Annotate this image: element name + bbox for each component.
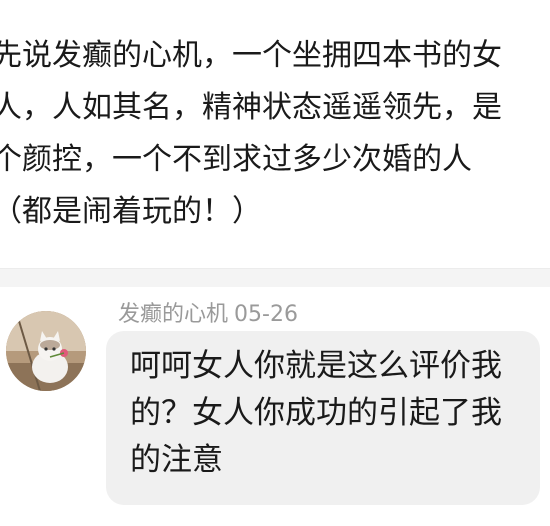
- post-line: 人，人如其名，精神状态遥遥领先，是: [0, 90, 502, 125]
- comment-line: 的？女人你成功的引起了我: [130, 395, 502, 431]
- cat-photo-avatar[interactable]: [6, 311, 86, 391]
- comment-meta: 发癫的心机 05-26: [118, 296, 298, 328]
- post-body: 先说发癫的心机，一个坐拥四本书的女 人，人如其名，精神状态遥遥领先，是 个颜控，…: [0, 0, 550, 268]
- comment-line: 呵呵女人你就是这么评价我: [130, 348, 502, 384]
- post-line: 先说发癫的心机，一个坐拥四本书的女: [0, 38, 502, 73]
- post-text: 先说发癫的心机，一个坐拥四本书的女 人，人如其名，精神状态遥遥领先，是 个颜控，…: [0, 30, 550, 238]
- section-divider: [0, 268, 550, 287]
- comment-line: 的注意: [130, 442, 223, 478]
- comment-author[interactable]: 发癫的心机: [118, 302, 228, 327]
- post-line: 个颜控，一个不到求过多少次婚的人: [0, 142, 472, 177]
- comment-date: 05-26: [234, 302, 298, 327]
- comment-bubble[interactable]: 呵呵女人你就是这么评价我 的？女人你成功的引起了我 的注意: [106, 331, 540, 505]
- post-line: （都是闹着玩的！）: [0, 194, 262, 229]
- cat-photo-icon: [6, 311, 86, 391]
- comment-text: 呵呵女人你就是这么评价我 的？女人你成功的引起了我 的注意: [130, 343, 530, 484]
